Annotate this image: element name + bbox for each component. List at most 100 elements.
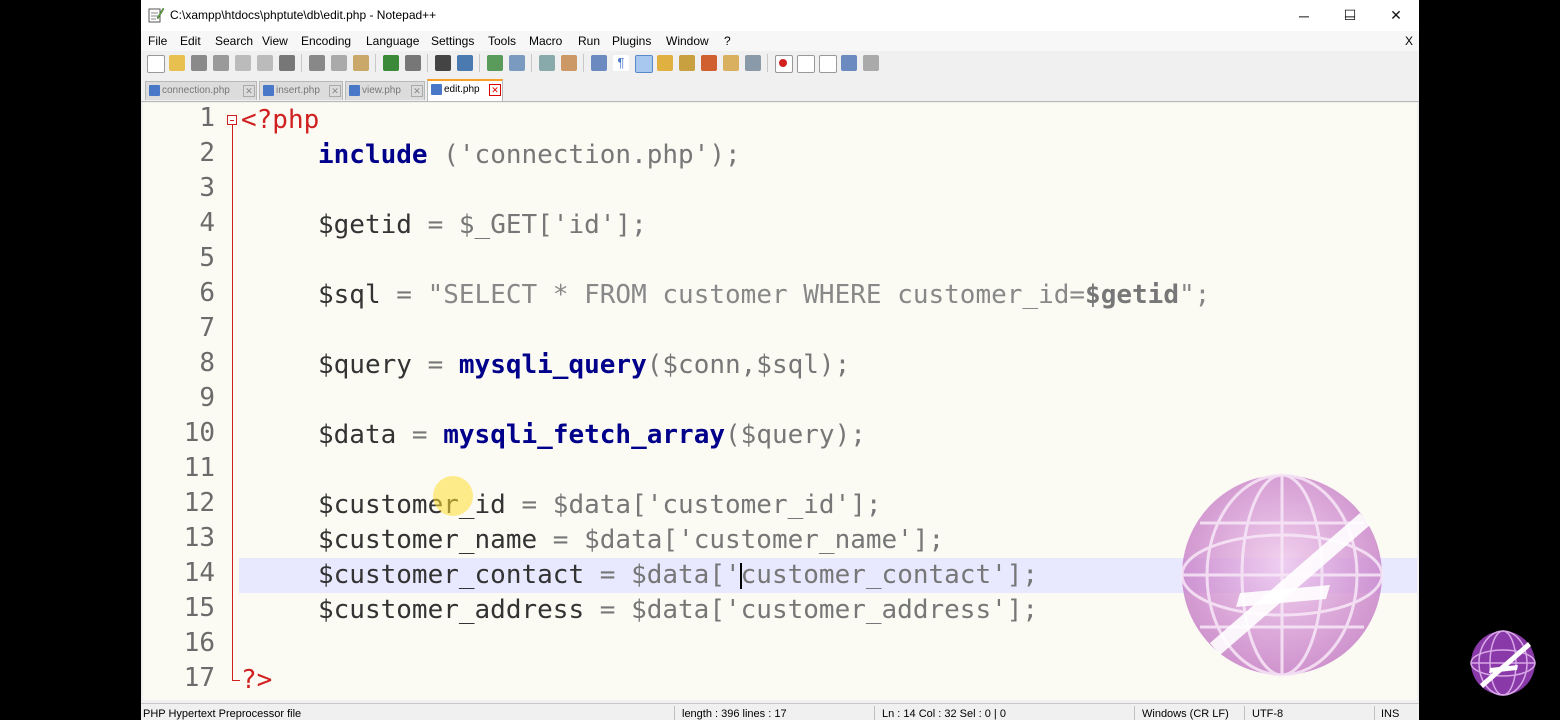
tab-edit-php[interactable]: edit.php ✕ [427, 79, 503, 101]
variable: $sql [318, 280, 381, 310]
function-list-icon[interactable] [701, 55, 717, 71]
php-open-tag: <?php [241, 105, 320, 135]
fold-collapse-icon[interactable] [227, 115, 237, 125]
close-all-icon[interactable] [257, 55, 273, 71]
code-line-8: $query = mysqli_query($conn,$sql); [318, 348, 850, 383]
menu-bar: File Edit Search View Encoding Language … [141, 31, 1419, 51]
save-macro-icon[interactable] [863, 55, 879, 71]
status-bar: PHP Hypertext Preprocessor file length :… [141, 703, 1419, 720]
tab-label: insert.php [276, 85, 320, 96]
menu-edit[interactable]: Edit [180, 34, 201, 48]
replace-icon[interactable] [457, 55, 473, 71]
open-file-icon[interactable] [169, 55, 185, 71]
file-icon [149, 85, 160, 96]
run-macro-multiple-icon[interactable] [841, 55, 857, 71]
menu-run[interactable]: Run [578, 34, 600, 48]
tab-view-php[interactable]: view.php ✕ [345, 81, 425, 100]
code-line-15: $customer_address = $data['customer_addr… [318, 593, 1038, 628]
code-text: = $data['customer_id']; [505, 490, 882, 520]
title-bar: C:\xampp\htdocs\phptute\db\edit.php - No… [141, 0, 1419, 31]
cut-icon[interactable] [309, 55, 325, 71]
user-language-icon[interactable] [657, 55, 673, 71]
new-file-icon[interactable] [147, 55, 165, 73]
menu-window[interactable]: Window [666, 34, 709, 48]
tab-close-icon[interactable]: ✕ [329, 85, 341, 97]
monitoring-icon[interactable] [745, 55, 761, 71]
line-number: 11 [183, 453, 215, 483]
variable: $customer_contact [318, 560, 585, 590]
print-icon[interactable] [279, 55, 295, 71]
menu-tools[interactable]: Tools [488, 34, 516, 48]
line-number: 1 [199, 103, 215, 133]
line-number: 13 [183, 523, 215, 553]
stop-macro-icon[interactable] [797, 55, 815, 73]
string: "SELECT * FROM customer WHERE customer_i… [427, 280, 1086, 310]
show-all-characters-icon[interactable]: ¶ [613, 55, 629, 71]
code-text: = $data['customer_address']; [584, 595, 1039, 625]
zoom-in-icon[interactable] [487, 55, 503, 71]
variable: $customer_name [318, 525, 538, 555]
toolbar-separator [301, 54, 302, 72]
fold-guide-line [232, 125, 233, 681]
status-separator [674, 706, 675, 720]
copy-icon[interactable] [331, 55, 347, 71]
redo-icon[interactable] [405, 55, 421, 71]
indent-guide-icon[interactable] [635, 55, 653, 73]
operator: = [396, 420, 444, 450]
menu-view[interactable]: View [262, 34, 288, 48]
status-eol[interactable]: Windows (CR LF) [1142, 708, 1229, 720]
doc-map-icon[interactable] [679, 55, 695, 71]
status-encoding[interactable]: UTF-8 [1252, 708, 1283, 720]
variable: $customer_address [318, 595, 585, 625]
tab-insert-php[interactable]: insert.php ✕ [259, 81, 343, 100]
menu-settings[interactable]: Settings [431, 34, 474, 48]
code-text: = $_GET['id']; [411, 210, 647, 240]
record-macro-icon[interactable] [775, 55, 793, 73]
globe-watermark-icon [1180, 473, 1384, 677]
menu-search[interactable]: Search [215, 34, 253, 48]
operator: = [380, 280, 428, 310]
tab-connection-php[interactable]: connection.php ✕ [145, 81, 257, 100]
code-text: customer_contact']; [740, 560, 1039, 590]
word-wrap-icon[interactable] [591, 55, 607, 71]
menu-plugins[interactable]: Plugins [612, 34, 651, 48]
status-insert-mode[interactable]: INS [1381, 708, 1399, 720]
sync-horizontal-icon[interactable] [561, 55, 577, 71]
menu-language[interactable]: Language [366, 34, 419, 48]
close-window-button[interactable]: ✕ [1373, 0, 1419, 31]
variable: $data [318, 420, 397, 450]
save-all-icon[interactable] [213, 55, 229, 71]
tab-close-icon[interactable]: ✕ [489, 84, 501, 96]
toolbar-separator [767, 54, 768, 72]
code-text: = $data['customer_name']; [537, 525, 945, 555]
minimize-window-button[interactable]: ─ [1281, 0, 1327, 31]
paste-icon[interactable] [353, 55, 369, 71]
code-line-17: ?> [241, 663, 272, 698]
save-icon[interactable] [191, 55, 207, 71]
menu-help[interactable]: ? [724, 34, 731, 48]
undo-icon[interactable] [383, 55, 399, 71]
tab-close-icon[interactable]: ✕ [411, 85, 423, 97]
line-number: 17 [183, 663, 215, 693]
sync-vertical-icon[interactable] [539, 55, 555, 71]
menu-file[interactable]: File [148, 34, 167, 48]
status-position: Ln : 14 Col : 32 Sel : 0 | 0 [882, 708, 1006, 720]
function-name: mysqli_query [458, 350, 647, 380]
channel-logo-icon [1470, 630, 1536, 696]
close-document-button[interactable]: X [1405, 34, 1413, 48]
toolbar: ¶ [141, 51, 1419, 75]
menu-macro[interactable]: Macro [529, 34, 562, 48]
status-separator [1244, 706, 1245, 720]
tab-close-icon[interactable]: ✕ [243, 85, 255, 97]
line-number: 12 [183, 488, 215, 518]
line-number-gutter: 1 2 3 4 5 6 7 8 9 10 11 12 13 14 15 16 1… [143, 103, 223, 700]
line-number: 5 [199, 243, 215, 273]
find-icon[interactable] [435, 55, 451, 71]
notepadpp-app-icon [148, 7, 164, 23]
maximize-window-button[interactable]: ☐ [1327, 0, 1373, 31]
play-macro-icon[interactable] [819, 55, 837, 73]
menu-encoding[interactable]: Encoding [301, 34, 351, 48]
folder-as-workspace-icon[interactable] [723, 55, 739, 71]
close-file-icon[interactable] [235, 55, 251, 71]
zoom-out-icon[interactable] [509, 55, 525, 71]
